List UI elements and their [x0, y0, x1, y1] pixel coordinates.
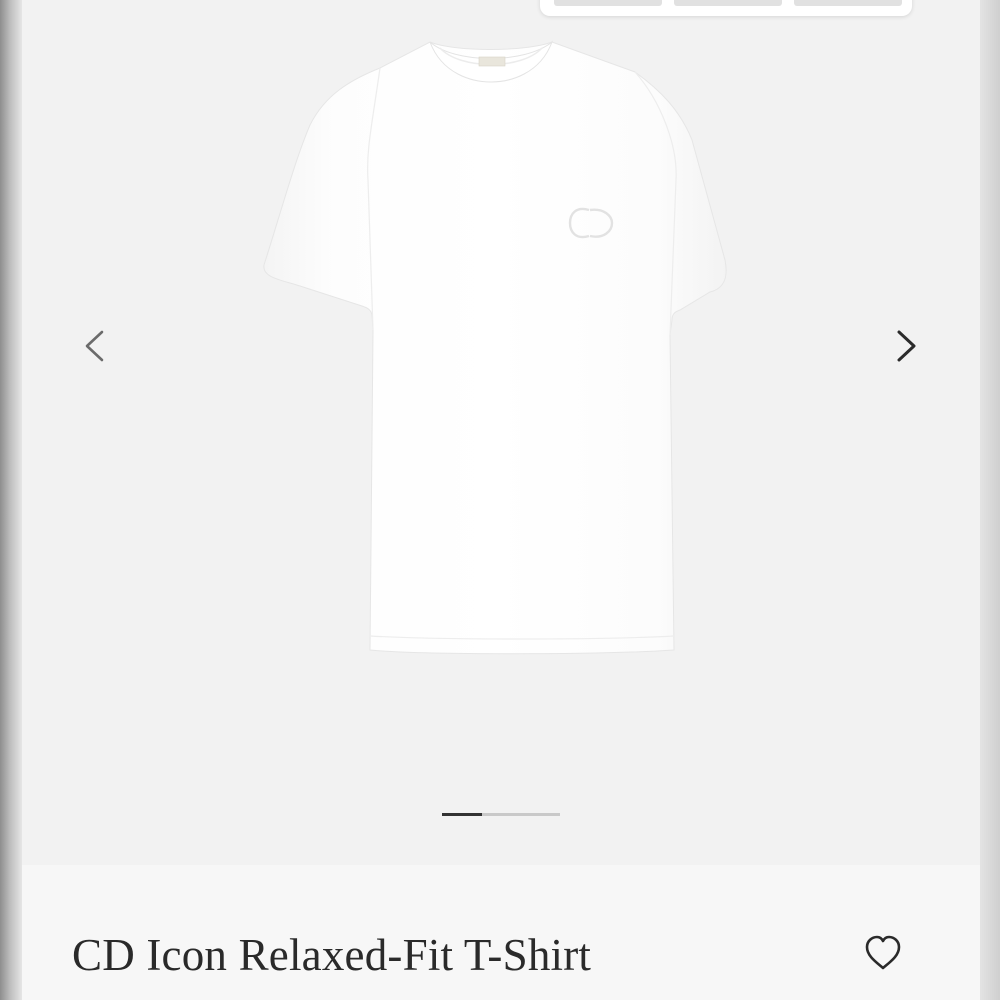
product-image — [263, 40, 727, 655]
product-page: CD Icon Relaxed-Fit T-Shirt — [22, 0, 980, 1000]
heart-icon[interactable] — [862, 933, 904, 975]
gallery-pagination[interactable] — [442, 813, 560, 816]
toolbar-tab-2[interactable] — [674, 0, 782, 6]
product-gallery[interactable] — [22, 0, 980, 865]
pagination-active-indicator — [442, 813, 482, 816]
toolbar-tab-3[interactable] — [794, 0, 902, 6]
chevron-left-icon[interactable] — [76, 322, 116, 370]
product-info: CD Icon Relaxed-Fit T-Shirt — [22, 865, 980, 1000]
top-toolbar — [540, 0, 912, 16]
chevron-right-icon[interactable] — [886, 322, 926, 370]
product-title: CD Icon Relaxed-Fit T-Shirt — [72, 930, 592, 980]
pagination-track — [482, 813, 560, 816]
toolbar-tab-1[interactable] — [554, 0, 662, 6]
